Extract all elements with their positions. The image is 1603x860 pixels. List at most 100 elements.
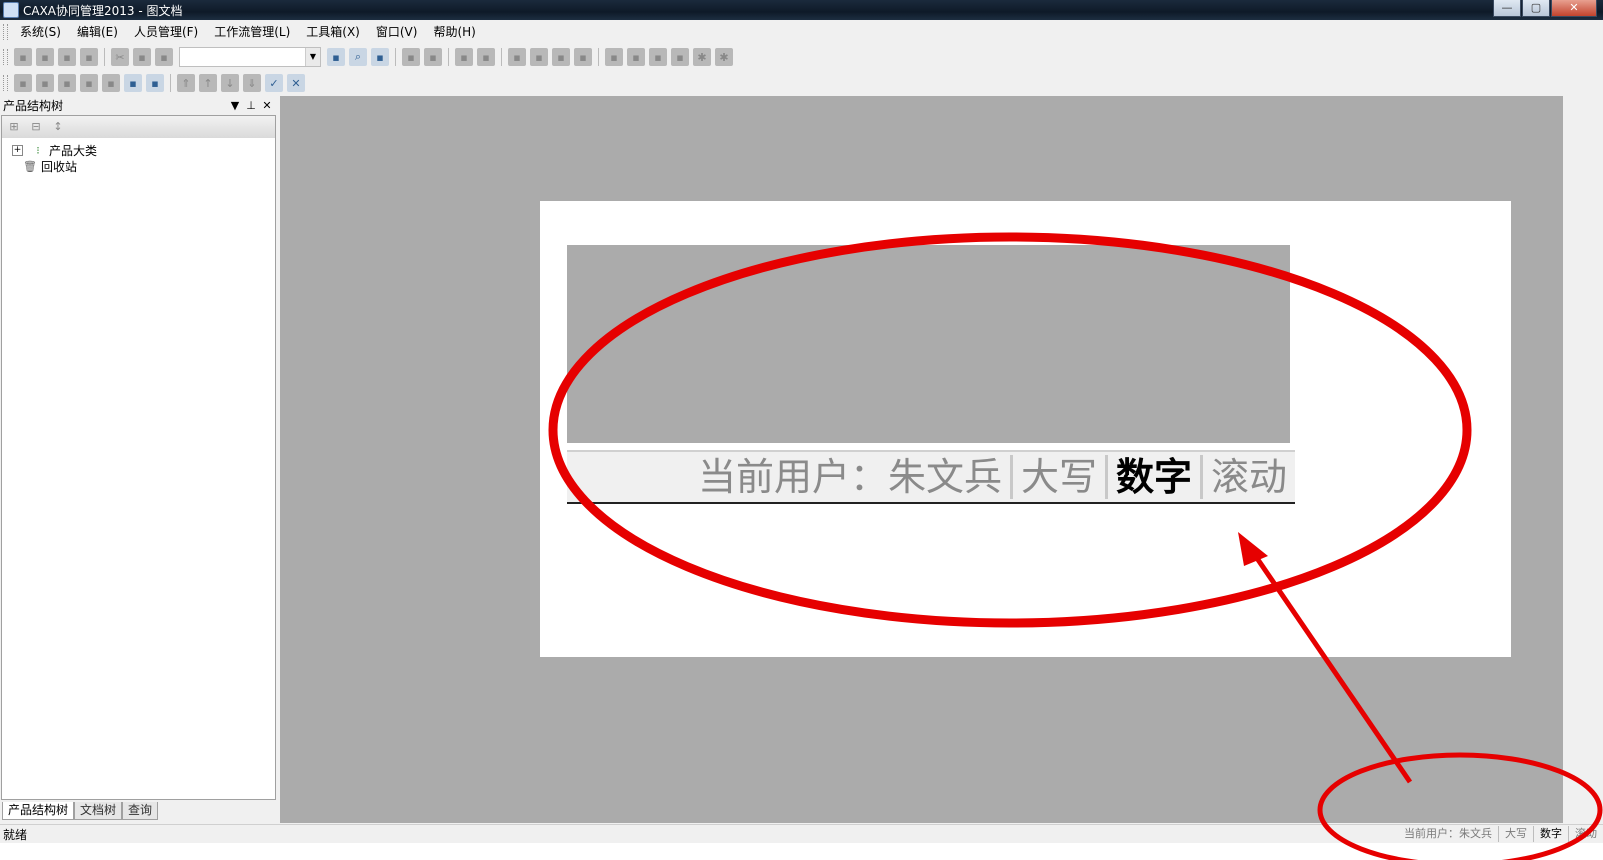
zoom-scroll: 滚动 [1199, 455, 1295, 499]
part-icon[interactable]: ▪ [508, 48, 526, 66]
move-bottom-icon[interactable]: ⇓ [243, 74, 261, 92]
structure-toolbar: ▪ ▪ ▪ ▪ ▪ ▪ ▪ ⇑ ↑ ↓ ⇓ ✓ ✕ [0, 71, 320, 95]
panel-tabs: 产品结构树 文档树 查询 [2, 802, 159, 820]
menu-workflow[interactable]: 工作流管理(L) [206, 22, 298, 42]
tools-icon[interactable]: ✱ [715, 48, 733, 66]
print-icon[interactable]: ▪ [80, 48, 98, 66]
product-structure-panel: 产品结构树 ▼ ⊥ ✕ ⊞ ⊟ ↕ + ⁝ 产品大类 🗑 回收站 产品结构树 文… [0, 96, 276, 823]
browse-icon[interactable]: ▪ [327, 48, 345, 66]
tab-product-structure[interactable]: 产品结构树 [2, 802, 75, 820]
toolbar-grip[interactable] [3, 75, 8, 91]
zoom-status-bar: 当前用户：朱文兵 大写 数字 滚动 [567, 450, 1295, 504]
cut-icon[interactable]: ✂ [111, 48, 129, 66]
minimize-button[interactable]: — [1493, 0, 1521, 17]
product-category-icon: ⁝ [36, 143, 40, 157]
check-in-icon[interactable]: ▪ [402, 48, 420, 66]
window-controls: — ▢ ✕ [1492, 0, 1597, 17]
dropdown-icon[interactable]: ▼ [228, 99, 242, 112]
panel-title: 产品结构树 [3, 98, 64, 113]
tree-node-product-category[interactable]: + ⁝ 产品大类 [2, 142, 275, 158]
folder-icon[interactable]: ▪ [146, 74, 164, 92]
tab-document-tree[interactable]: 文档树 [74, 802, 123, 820]
insert-node-icon[interactable]: ▪ [36, 74, 54, 92]
status-caps: 大写 [1498, 826, 1533, 842]
zoom-workspace-area [567, 245, 1290, 443]
menu-toolbox[interactable]: 工具箱(X) [298, 22, 368, 42]
right-edge [1563, 96, 1603, 823]
new-icon[interactable]: ▪ [14, 48, 32, 66]
menu-system[interactable]: 系统(S) [12, 22, 69, 42]
expand-all-icon[interactable]: ⊞ [6, 119, 22, 135]
release-icon[interactable]: ▪ [605, 48, 623, 66]
panel-toolbar: ⊞ ⊟ ↕ [2, 116, 275, 138]
expand-icon[interactable]: + [12, 144, 23, 156]
preview-icon[interactable]: ▪ [371, 48, 389, 66]
add-node-icon[interactable]: ▪ [14, 74, 32, 92]
tree-node-label: 产品大类 [49, 143, 98, 158]
move-top-icon[interactable]: ⇑ [177, 74, 195, 92]
toolbar-grip[interactable] [3, 49, 8, 65]
app-icon [3, 2, 19, 18]
title-bar: CAXA协同管理2013 - 图文档 — ▢ ✕ [0, 0, 1603, 20]
chevron-down-icon[interactable]: ▼ [305, 48, 320, 66]
check-list-icon[interactable]: ✓ [265, 74, 283, 92]
clear-list-icon[interactable]: ✕ [287, 74, 305, 92]
status-ready: 就绪 [3, 827, 28, 842]
export-icon[interactable]: ▪ [477, 48, 495, 66]
workflow-icon[interactable]: ▪ [671, 48, 689, 66]
check-out-icon[interactable]: ▪ [424, 48, 442, 66]
tree-node-recycle-bin[interactable]: 🗑 回收站 [2, 158, 275, 174]
close-icon[interactable]: ✕ [260, 99, 274, 112]
copy-icon[interactable]: ▪ [133, 48, 151, 66]
attach-icon[interactable]: ▪ [124, 74, 142, 92]
assembly-icon[interactable]: ▪ [530, 48, 548, 66]
replace-node-icon[interactable]: ▪ [102, 74, 120, 92]
link-node-icon[interactable]: ▪ [80, 74, 98, 92]
menu-bar: 系统(S) 编辑(E) 人员管理(F) 工作流管理(L) 工具箱(X) 窗口(V… [0, 21, 1603, 43]
toolbar-separator [104, 48, 105, 66]
toolbar-separator [395, 48, 396, 66]
window-title: CAXA协同管理2013 - 图文档 [23, 3, 183, 18]
tree-node-label: 回收站 [41, 159, 78, 174]
menu-edit[interactable]: 编辑(E) [69, 22, 126, 42]
status-scroll: 滚动 [1568, 826, 1603, 842]
move-up-icon[interactable]: ↑ [199, 74, 217, 92]
standard-toolbar: ▪ ▪ ▪ ▪ ✂ ▪ ▪ ▼ ▪ ⌕ ▪ ▪ ▪ ▪ ▪ ▪ ▪ ▪ ▪ ▪ … [0, 45, 755, 69]
filter-combo[interactable]: ▼ [179, 47, 321, 67]
status-bar: 就绪 当前用户：朱文兵 大写 数字 滚动 [0, 824, 1603, 843]
document-icon[interactable]: ▪ [574, 48, 592, 66]
maximize-button[interactable]: ▢ [1522, 0, 1550, 17]
paste-icon[interactable]: ▪ [155, 48, 173, 66]
save-icon[interactable]: ▪ [58, 48, 76, 66]
import-icon[interactable]: ▪ [455, 48, 473, 66]
close-button[interactable]: ✕ [1551, 0, 1597, 17]
menu-window[interactable]: 窗口(V) [368, 22, 426, 42]
change-icon[interactable]: ▪ [627, 48, 645, 66]
collapse-all-icon[interactable]: ⊟ [28, 119, 44, 135]
tab-query[interactable]: 查询 [122, 802, 159, 820]
pin-icon[interactable]: ⊥ [244, 99, 258, 112]
product-tree: + ⁝ 产品大类 🗑 回收站 [2, 142, 275, 174]
panel-body: ⊞ ⊟ ↕ + ⁝ 产品大类 🗑 回收站 [1, 115, 276, 800]
open-icon[interactable]: ▪ [36, 48, 54, 66]
menu-personnel[interactable]: 人员管理(F) [126, 22, 206, 42]
menubar-grip[interactable] [3, 24, 8, 40]
toolbar-separator [448, 48, 449, 66]
zoom-num: 数字 [1104, 455, 1200, 499]
status-num: 数字 [1533, 826, 1568, 842]
drawing-icon[interactable]: ▪ [552, 48, 570, 66]
panel-header: 产品结构树 ▼ ⊥ ✕ [0, 96, 276, 114]
recycle-bin-icon: 🗑 [23, 159, 37, 173]
toolbar-separator [501, 48, 502, 66]
move-down-icon[interactable]: ↓ [221, 74, 239, 92]
find-icon[interactable]: ⌕ [349, 48, 367, 66]
sort-icon[interactable]: ↕ [50, 119, 66, 135]
toolbar-separator [598, 48, 599, 66]
delete-node-icon[interactable]: ▪ [58, 74, 76, 92]
settings-icon[interactable]: ✱ [693, 48, 711, 66]
status-current-user: 当前用户：朱文兵 [1404, 827, 1492, 840]
menu-help[interactable]: 帮助(H) [425, 22, 483, 42]
toolbar-separator [170, 74, 171, 92]
version-icon[interactable]: ▪ [649, 48, 667, 66]
zoom-caps: 大写 [1009, 455, 1105, 499]
